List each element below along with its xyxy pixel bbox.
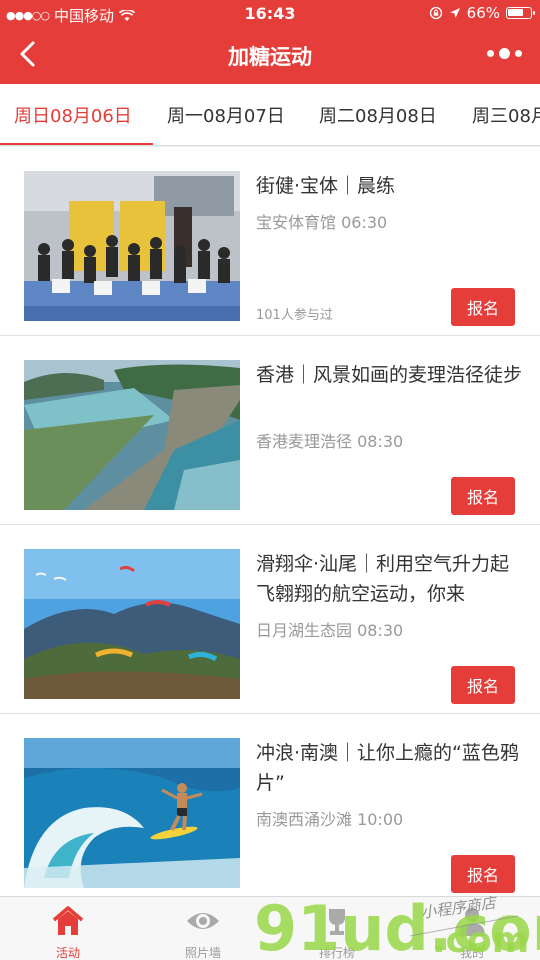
activity-card[interactable]: 香港｜风景如画的麦理浩径徒步 香港麦理浩径 08:30 报名 (0, 336, 540, 525)
tab-photo-wall[interactable]: 照片墙 (168, 905, 238, 960)
more-dot-icon (515, 50, 522, 57)
signup-button[interactable]: 报名 (451, 477, 515, 515)
battery-icon (506, 7, 535, 19)
activity-location-time: 日月湖生态园 08:30 (256, 621, 404, 640)
tab-me[interactable]: 我的 (437, 905, 507, 960)
status-right: 66% (429, 4, 535, 22)
home-icon (52, 906, 84, 935)
activity-photo-paragliding (24, 549, 240, 699)
activity-photo-coastal-dam (24, 360, 240, 510)
bottom-tab-bar: 活动 照片墙 排行榜 我的 (0, 896, 540, 960)
trophy-icon (329, 909, 345, 935)
battery-percent: 66% (466, 4, 500, 22)
tab-activities-label: 活动 (55, 946, 80, 960)
tab-date-0808[interactable]: 周二08月08日 (319, 102, 437, 128)
tab-date-0809[interactable]: 周三08月09日 (472, 102, 540, 128)
activity-card[interactable]: 街健·宝体｜晨练 宝安体育馆 06:30 101人参与过 报名 (0, 147, 540, 336)
user-icon (459, 908, 485, 936)
activity-title: 冲浪·南澳｜让你上瘾的“蓝色鸦片” (256, 742, 519, 794)
activity-title: 香港｜风景如画的麦理浩径徒步 (256, 364, 523, 386)
tab-leaderboard-label: 排行榜 (318, 946, 355, 960)
activity-title: 街健·宝体｜晨练 (256, 175, 396, 197)
rotation-lock-icon (429, 6, 442, 20)
eye-icon (187, 913, 219, 929)
activity-location-time: 宝安体育馆 06:30 (256, 213, 388, 232)
signup-button[interactable]: 报名 (451, 666, 515, 704)
page-title: 加糖运动 (228, 45, 312, 69)
activity-location-time: 香港麦理浩径 08:30 (256, 432, 404, 451)
tab-me-label: 我的 (459, 946, 484, 960)
participant-count: 101人参与过 (256, 308, 333, 323)
more-dot-icon (487, 50, 494, 57)
location-icon (449, 8, 460, 18)
more-button[interactable] (487, 48, 522, 59)
tab-photo-wall-label: 照片墙 (184, 946, 221, 960)
tab-activities[interactable]: 活动 (33, 905, 103, 960)
date-tabs: 周日08月06日 周一08月07日 周二08月08日 周三08月09日 (0, 84, 540, 146)
activity-location-time: 南澳西涌沙滩 10:00 (256, 810, 404, 829)
active-tab-indicator (0, 143, 153, 145)
activity-title: 滑翔伞·汕尾｜利用空气升力起飞翱翔的航空运动，你来 (256, 553, 510, 605)
activity-photo-surfing (24, 738, 240, 888)
activity-card[interactable]: 滑翔伞·汕尾｜利用空气升力起飞翱翔的航空运动，你来 日月湖生态园 08:30 报… (0, 525, 540, 714)
activity-card[interactable]: 冲浪·南澳｜让你上瘾的“蓝色鸦片” 南澳西涌沙滩 10:00 报名 (0, 714, 540, 903)
signup-button[interactable]: 报名 (451, 288, 515, 326)
tab-date-0806[interactable]: 周日08月06日 (14, 102, 132, 128)
more-dot-icon (499, 48, 510, 59)
activity-photo-workout-group (24, 171, 240, 321)
signup-button[interactable]: 报名 (451, 855, 515, 893)
tab-date-0807[interactable]: 周一08月07日 (167, 102, 285, 128)
status-bar: ●●●○○ 中国移动 16:43 66% (0, 0, 540, 28)
activity-list: 街健·宝体｜晨练 宝安体育馆 06:30 101人参与过 报名 香港｜风景如画的… (0, 147, 540, 903)
nav-bar: 加糖运动 (0, 28, 540, 84)
tab-leaderboard[interactable]: 排行榜 (302, 905, 372, 960)
